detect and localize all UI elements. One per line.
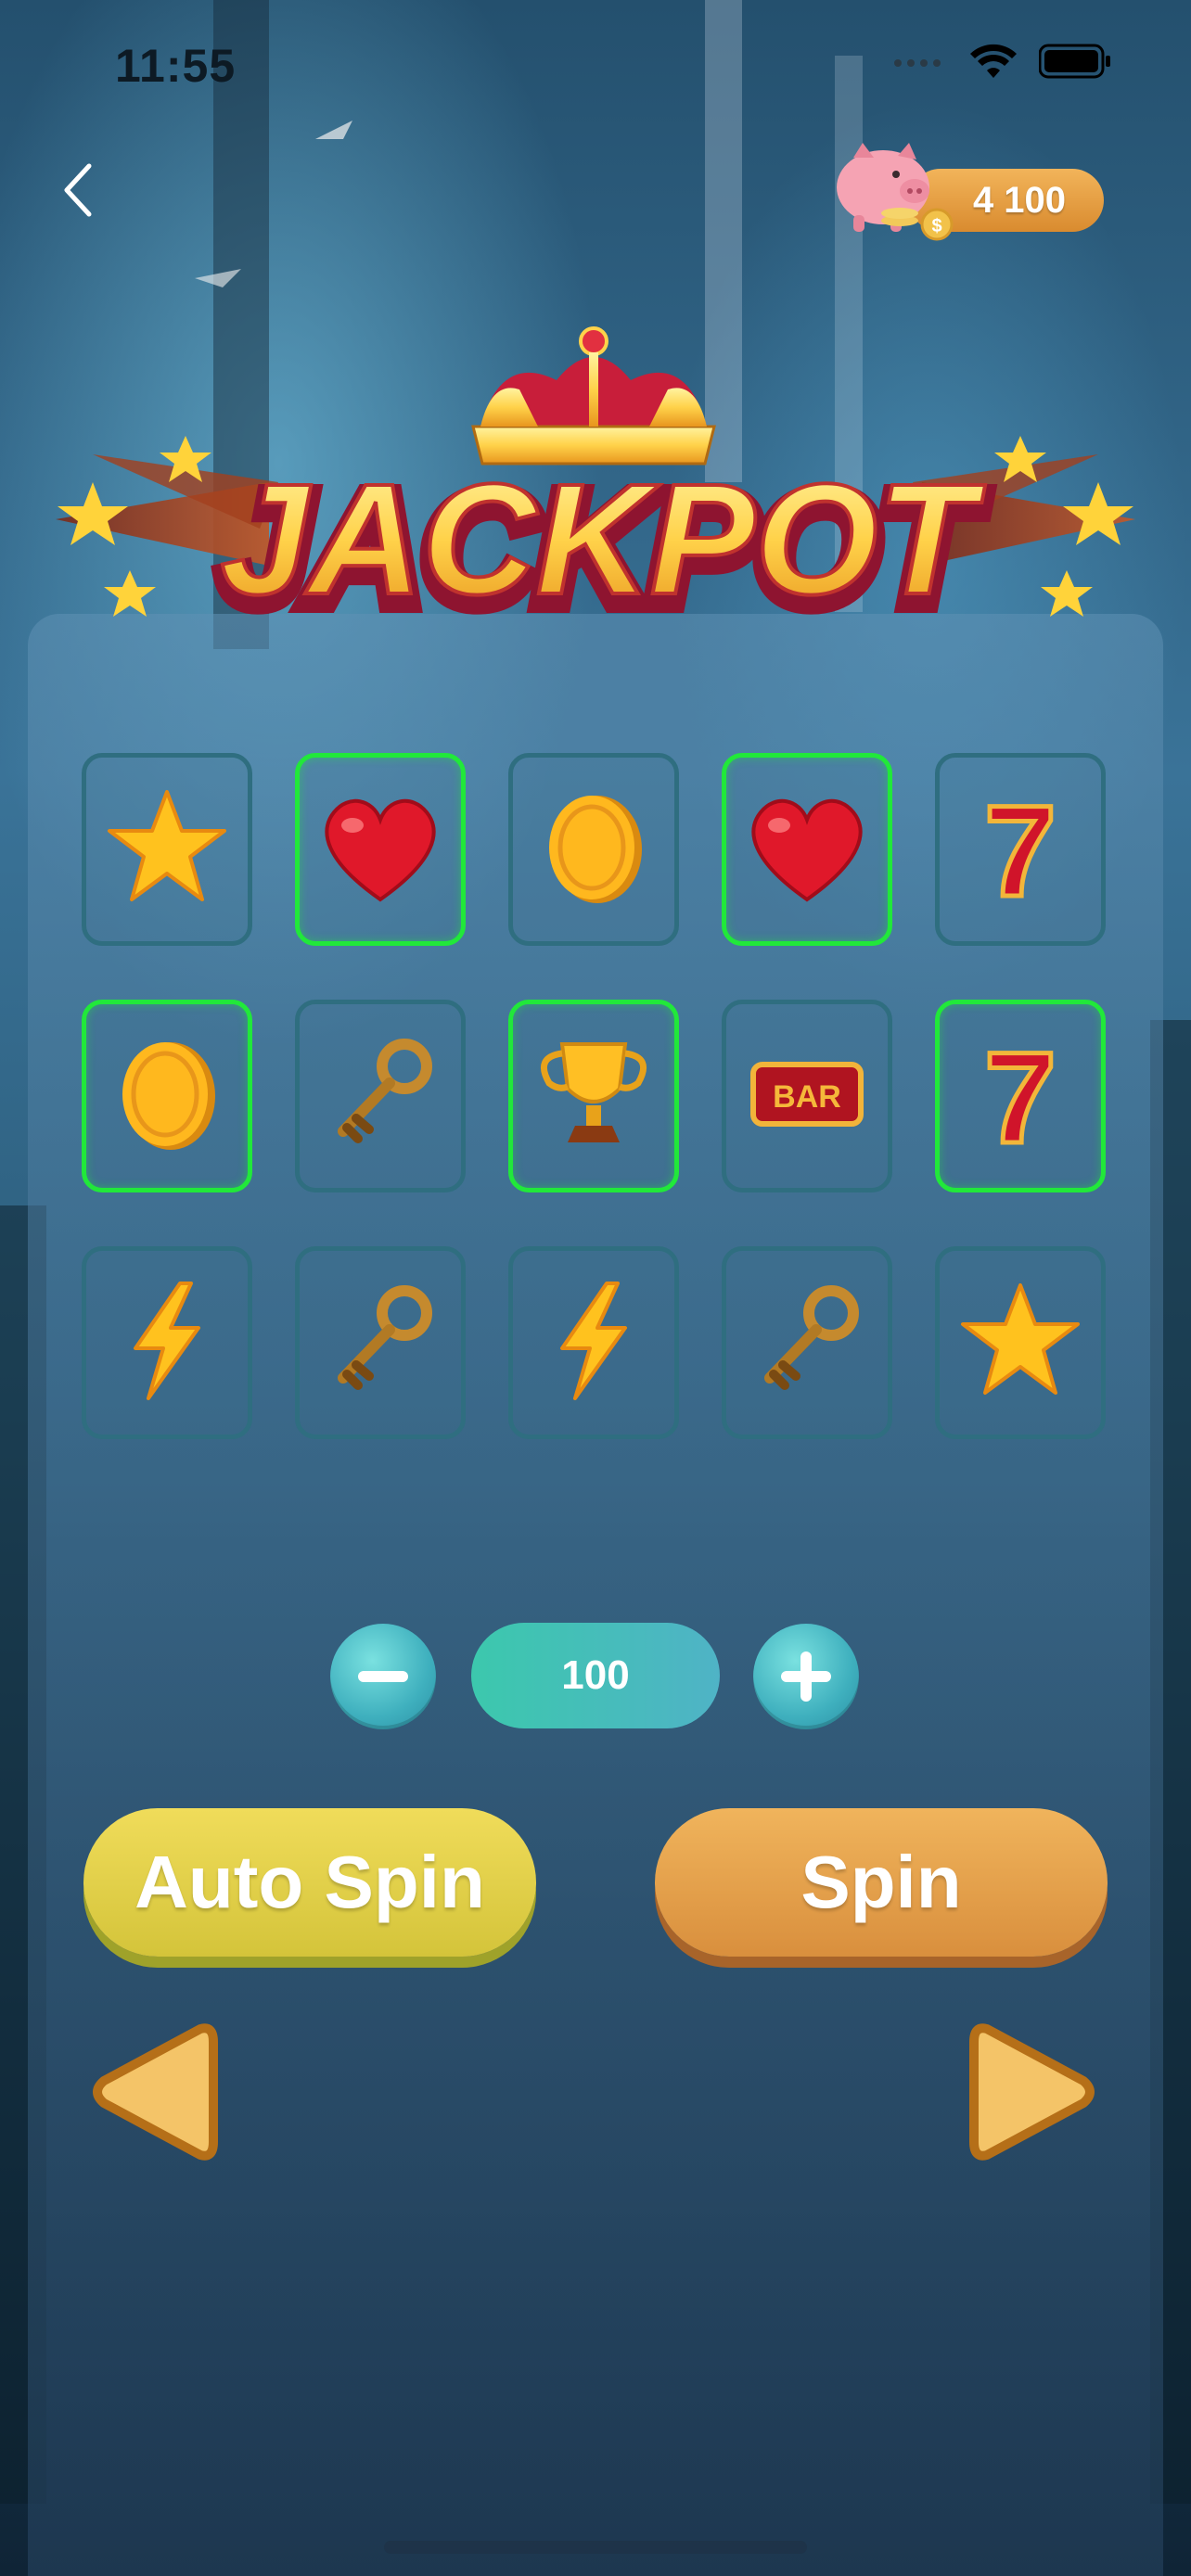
reel-cell: 7 <box>935 1000 1106 1192</box>
svg-text:7: 7 <box>984 783 1057 912</box>
reel-cell <box>295 1000 466 1192</box>
svg-text:BAR: BAR <box>773 1079 841 1115</box>
slot-reels: 7 BAR 7 <box>82 753 1109 1439</box>
jackpot-title: JACKPOT <box>221 452 985 628</box>
key-icon <box>742 1276 872 1410</box>
next-button[interactable] <box>967 2018 1096 2166</box>
piggy-bank-icon: $ <box>837 143 954 241</box>
reel-cell <box>82 1000 252 1192</box>
seven-icon: 7 <box>955 775 1085 925</box>
chevron-left-icon <box>64 163 92 217</box>
reel-cell <box>295 1246 466 1439</box>
seven-icon: 7 <box>955 1022 1085 1172</box>
svg-text:$: $ <box>931 216 941 236</box>
reel-cell: BAR <box>722 1000 892 1192</box>
reel-cell <box>508 1246 679 1439</box>
spin-button[interactable]: Spin <box>655 1808 1108 1957</box>
jackpot-logo: JACKPOT JACKPOT <box>37 325 1154 668</box>
trophy-icon <box>529 1029 659 1164</box>
minus-icon <box>358 1671 408 1682</box>
coin-icon <box>102 1029 232 1164</box>
svg-text:7: 7 <box>984 1029 1057 1159</box>
cellular-signal-icon <box>892 52 948 75</box>
plus-icon <box>781 1651 831 1702</box>
coin-balance: 4 100 $ <box>826 139 1113 241</box>
lightning-icon <box>529 1276 659 1410</box>
reel-cell <box>82 1246 252 1439</box>
reel-cell <box>295 753 466 946</box>
bar-icon: BAR <box>742 1029 872 1164</box>
reel-cell <box>935 1246 1106 1439</box>
coin-icon <box>529 783 659 917</box>
auto-spin-button[interactable]: Auto Spin <box>83 1808 536 1957</box>
triangle-left-icon <box>93 2023 218 2161</box>
crown-icon <box>471 326 716 465</box>
triangle-right-icon <box>969 2023 1095 2161</box>
wifi-icon <box>968 43 1018 84</box>
reel-cell <box>508 1000 679 1192</box>
heart-icon <box>315 783 445 917</box>
reel-cell: 7 <box>935 753 1106 946</box>
reel-cell <box>722 753 892 946</box>
battery-icon <box>1038 44 1111 83</box>
bet-amount: 100 <box>471 1623 720 1728</box>
star-icon <box>955 1276 1085 1410</box>
system-icons <box>892 43 1111 84</box>
bet-decrease-button[interactable] <box>330 1624 436 1729</box>
reel-cell <box>82 753 252 946</box>
lightning-icon <box>102 1276 232 1410</box>
star-icon <box>58 482 128 545</box>
status-bar: 11:55 <box>0 0 1191 130</box>
key-icon <box>315 1276 445 1410</box>
bet-increase-button[interactable] <box>753 1624 859 1729</box>
previous-button[interactable] <box>91 2018 221 2166</box>
key-icon <box>315 1029 445 1164</box>
reel-cell <box>722 1246 892 1439</box>
heart-icon <box>742 783 872 917</box>
coin-balance-value: 4 100 <box>972 179 1067 221</box>
home-indicator <box>384 2541 807 2554</box>
back-button[interactable] <box>41 148 115 232</box>
reel-cell <box>508 753 679 946</box>
star-icon <box>102 783 232 917</box>
status-time: 11:55 <box>115 40 237 92</box>
bet-stepper: 100 <box>0 1623 1191 1730</box>
